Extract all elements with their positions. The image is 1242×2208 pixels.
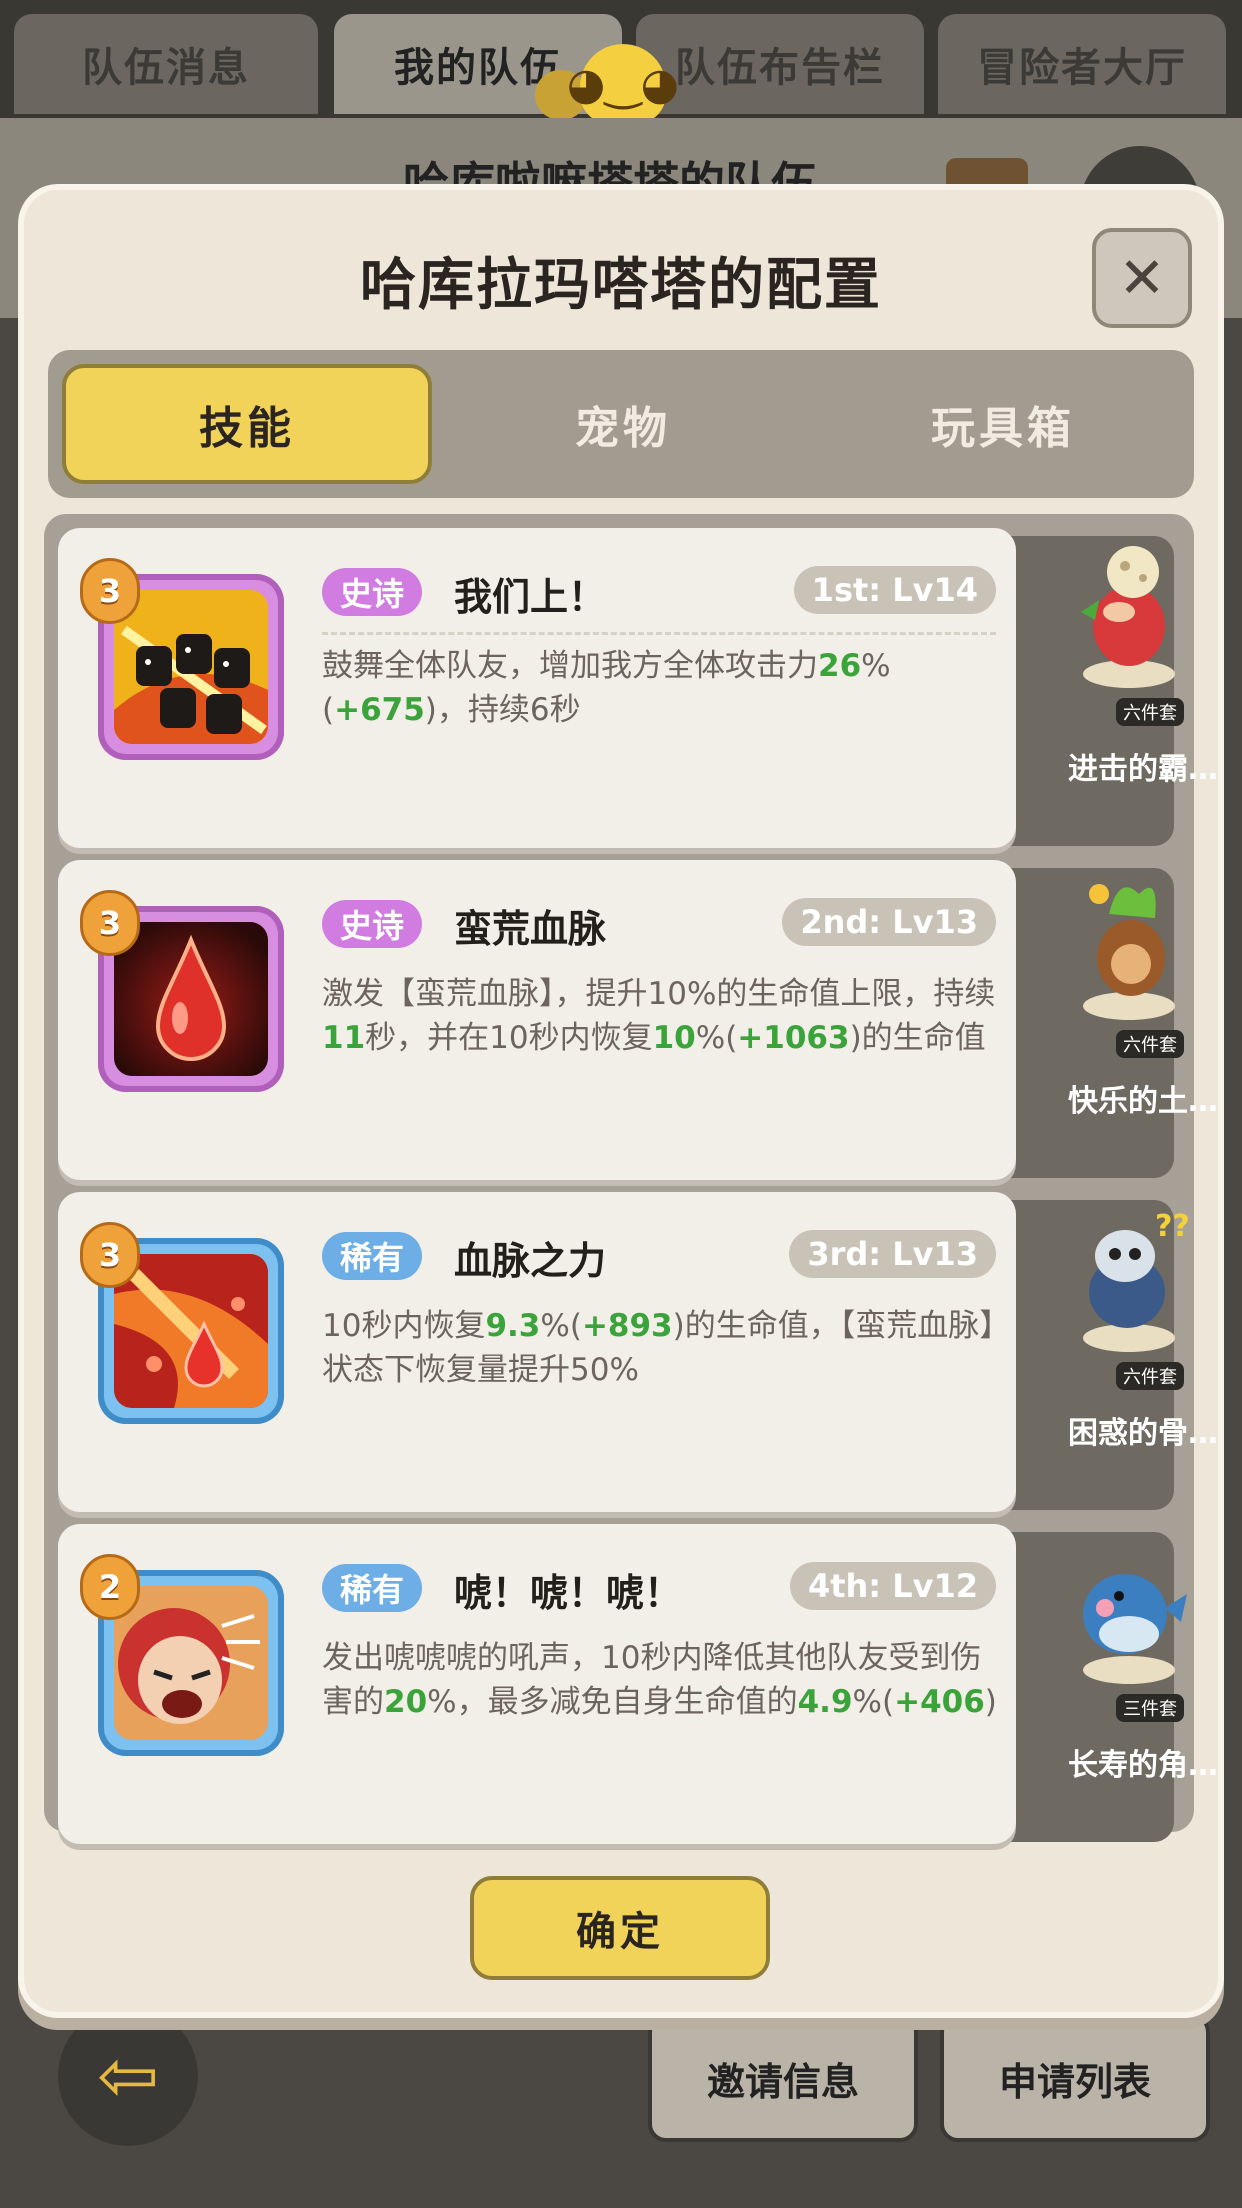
skill-name: 我们上！ [454,575,607,619]
pet-set-name: 进击的霸… [1068,752,1218,787]
skill-level-badge: 3 [80,558,140,624]
description-text: )的生命值 [849,1020,986,1056]
description-text: %( [852,1684,895,1720]
confirm-button[interactable]: 确定 [470,1876,770,1980]
skill-description: 发出唬唬唬的吼声，10秒内降低其他队友受到伤害的20%，最多减免自身生命值的4.… [322,1636,1002,1724]
set-count-tag: 六件套 [1116,1030,1184,1058]
chat-icon[interactable]: ◕‿◕ [567,44,679,124]
whale-pet-figure [1083,1574,1187,1684]
skill-slot-level: 3rd: Lv13 [789,1230,996,1278]
skill-name: 唬！唬！唬！ [454,1571,683,1615]
skill-row: 2 稀有 唬！唬！唬！ 4th: Lv12 发出唬唬唬的吼声，10秒内降低其他队… [58,1524,1218,1844]
highlight-value: +1063 [737,1020,850,1056]
highlight-value: +406 [894,1684,985,1720]
monkey-pet-figure [1083,884,1175,1020]
skill-slot-level: 2nd: Lv13 [782,898,996,946]
divider [322,632,996,635]
rarity-badge: 稀有 [322,1564,423,1612]
team-page-title: 哈库啦嘛塔塔的队伍 [403,157,817,196]
skill-row: 3 史诗 蛮荒血脉 2nd: Lv13 激发【蛮荒血脉】，提升10%的生命值上限… [58,860,1218,1180]
skill-level-badge: 3 [80,1222,140,1288]
skill-row: 3 稀有 血脉之力 3rd: Lv13 10秒内恢复9.3%(+893)的生命值… [58,1192,1218,1512]
skill-card[interactable]: 2 稀有 唬！唬！唬！ 4th: Lv12 发出唬唬唬的吼声，10秒内降低其他队… [58,1524,1016,1844]
rarity-badge: 稀有 [322,1232,423,1280]
skill-level-badge: 2 [80,1554,140,1620]
tab-team-bulletin[interactable]: 队伍布告栏 [636,14,924,114]
skill-name: 血脉之力 [454,1239,607,1283]
description-text: 鼓舞全体队友，增加我方全体攻击力 [322,648,818,684]
modal-title: 哈库拉玛嗒塔的配置 [360,253,882,318]
dinosaur-pet-figure [1081,546,1175,688]
tab-pets[interactable]: 宠物 [448,364,798,484]
description-text: 10秒内恢复 [322,1308,486,1344]
pet-set-name: 快乐的土… [1068,1084,1218,1119]
tab-toybox[interactable]: 玩具箱 [828,364,1178,484]
set-count-tag: 六件套 [1116,1362,1184,1390]
close-icon[interactable]: ✕ [1092,228,1192,328]
skill-description: 鼓舞全体队友，增加我方全体攻击力26%(+675)，持续6秒 [322,644,1002,732]
rarity-badge: 史诗 [322,568,423,616]
roar-skill-icon [114,1586,268,1740]
skill-name: 蛮荒血脉 [454,907,607,951]
bone-dragon-pet-figure: ?? [1083,1209,1189,1352]
skill-list: 3 史诗 我们上！ 1st: Lv14 鼓舞全体队友，增加我方全体攻击力26%(… [44,514,1218,1844]
tab-team-messages[interactable]: 队伍消息 [14,14,318,114]
description-text: %( [695,1020,738,1056]
svg-text:??: ?? [1155,1209,1189,1244]
description-text: 激发【蛮荒血脉】，提升10%的生命值上限，持续 [322,976,996,1012]
modal-tab-bar: 技能 宠物 玩具箱 [48,350,1194,498]
description-text: %，最多减免自身生命值的 [427,1684,798,1720]
skill-level-badge: 3 [80,890,140,956]
pet-set-name: 长寿的角… [1068,1748,1218,1783]
skill-description: 10秒内恢复9.3%(+893)的生命值，【蛮荒血脉】状态下恢复量提升50% [322,1304,1002,1392]
description-text: %( [540,1308,582,1344]
skill-card[interactable]: 3 史诗 蛮荒血脉 2nd: Lv13 激发【蛮荒血脉】，提升10%的生命值上限… [58,860,1016,1180]
rally-skill-icon [114,590,268,744]
config-modal: 哈库拉玛嗒塔的配置 ✕ 技能 宠物 玩具箱 3 史诗 我们上！ 1st: Lv1… [24,190,1218,2012]
highlight-value: 26 [818,648,862,684]
highlight-value: 10 [652,1020,696,1056]
highlight-value: +675 [334,692,425,728]
invite-info-button[interactable]: 邀请信息 [648,2014,918,2142]
description-text: ) [984,1684,997,1720]
description-text: )，持续6秒 [424,692,581,728]
skill-card[interactable]: 3 史诗 我们上！ 1st: Lv14 鼓舞全体队友，增加我方全体攻击力26%(… [58,528,1016,848]
rarity-badge: 史诗 [322,900,423,948]
skill-card[interactable]: 3 稀有 血脉之力 3rd: Lv13 10秒内恢复9.3%(+893)的生命值… [58,1192,1016,1512]
tab-skills[interactable]: 技能 [62,364,432,484]
description-text: 秒，并在10秒内恢复 [365,1020,653,1056]
highlight-value: 11 [322,1020,366,1056]
highlight-value: +893 [581,1308,673,1344]
skill-slot-level: 4th: Lv12 [789,1562,996,1610]
highlight-value: 20 [384,1684,428,1720]
blood-drop-skill-icon [114,922,268,1076]
set-count-tag: 六件套 [1116,698,1184,726]
skill-row: 3 史诗 我们上！ 1st: Lv14 鼓舞全体队友，增加我方全体攻击力26%(… [58,528,1218,848]
tab-adventurer-hall[interactable]: 冒险者大厅 [938,14,1226,114]
set-count-tag: 三件套 [1116,1694,1184,1722]
skill-slot-level: 1st: Lv14 [793,566,996,614]
bloodline-power-skill-icon [114,1254,268,1408]
application-list-button[interactable]: 申请列表 [940,2014,1210,2142]
highlight-value: 9.3 [485,1308,541,1344]
skill-description: 激发【蛮荒血脉】，提升10%的生命值上限，持续 11秒，并在10秒内恢复10%(+… [322,972,1002,1060]
highlight-value: 4.9 [797,1684,853,1720]
back-arrow-icon[interactable]: ⇦ [58,2006,198,2146]
pet-set-name: 困惑的骨… [1068,1416,1218,1451]
